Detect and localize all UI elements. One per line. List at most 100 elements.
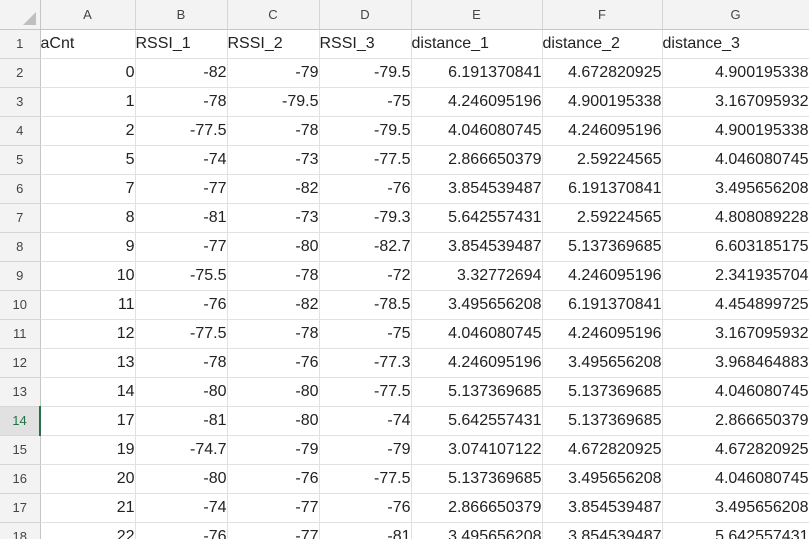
cell-b4[interactable]: -77.5: [135, 116, 228, 146]
cell-e11[interactable]: 4.046080745: [411, 319, 543, 349]
cell-d18[interactable]: -81: [319, 522, 412, 539]
cell-b7[interactable]: -81: [135, 203, 228, 233]
cell-d4[interactable]: -79.5: [319, 116, 412, 146]
row-header-17[interactable]: 17: [0, 493, 41, 523]
row-header-3[interactable]: 3: [0, 87, 41, 117]
cell-c4[interactable]: -78: [227, 116, 320, 146]
cell-e4[interactable]: 4.046080745: [411, 116, 543, 146]
cell-a2[interactable]: 0: [40, 58, 136, 88]
cell-e7[interactable]: 5.642557431: [411, 203, 543, 233]
cell-e10[interactable]: 3.495656208: [411, 290, 543, 320]
cell-f7[interactable]: 2.59224565: [542, 203, 663, 233]
cell-f17[interactable]: 3.854539487: [542, 493, 663, 523]
cell-d7[interactable]: -79.3: [319, 203, 412, 233]
cell-b17[interactable]: -74: [135, 493, 228, 523]
cell-e18[interactable]: 3.495656208: [411, 522, 543, 539]
cell-d11[interactable]: -75: [319, 319, 412, 349]
cell-b14[interactable]: -81: [135, 406, 228, 436]
cell-e2[interactable]: 6.191370841: [411, 58, 543, 88]
cell-g4[interactable]: 4.900195338: [662, 116, 809, 146]
cell-d6[interactable]: -76: [319, 174, 412, 204]
column-header-b[interactable]: B: [135, 0, 228, 30]
cell-a4[interactable]: 2: [40, 116, 136, 146]
cell-d1[interactable]: RSSI_3: [319, 29, 412, 59]
cell-f16[interactable]: 3.495656208: [542, 464, 663, 494]
cell-g7[interactable]: 4.808089228: [662, 203, 809, 233]
cell-b16[interactable]: -80: [135, 464, 228, 494]
row-header-13[interactable]: 13: [0, 377, 41, 407]
row-header-5[interactable]: 5: [0, 145, 41, 175]
cell-c3[interactable]: -79.5: [227, 87, 320, 117]
cell-b5[interactable]: -74: [135, 145, 228, 175]
cell-e15[interactable]: 3.074107122: [411, 435, 543, 465]
cell-b10[interactable]: -76: [135, 290, 228, 320]
cell-a15[interactable]: 19: [40, 435, 136, 465]
cell-b2[interactable]: -82: [135, 58, 228, 88]
cell-g15[interactable]: 4.672820925: [662, 435, 809, 465]
cell-a10[interactable]: 11: [40, 290, 136, 320]
cell-b15[interactable]: -74.7: [135, 435, 228, 465]
cell-g18[interactable]: 5.642557431: [662, 522, 809, 539]
column-header-f[interactable]: F: [542, 0, 663, 30]
cell-g8[interactable]: 6.603185175: [662, 232, 809, 262]
cell-a16[interactable]: 20: [40, 464, 136, 494]
cell-c13[interactable]: -80: [227, 377, 320, 407]
row-header-9[interactable]: 9: [0, 261, 41, 291]
cell-g12[interactable]: 3.968464883: [662, 348, 809, 378]
cell-c7[interactable]: -73: [227, 203, 320, 233]
cell-e12[interactable]: 4.246095196: [411, 348, 543, 378]
row-header-7[interactable]: 7: [0, 203, 41, 233]
cell-c6[interactable]: -82: [227, 174, 320, 204]
cell-b12[interactable]: -78: [135, 348, 228, 378]
cell-c8[interactable]: -80: [227, 232, 320, 262]
cell-d8[interactable]: -82.7: [319, 232, 412, 262]
cell-a7[interactable]: 8: [40, 203, 136, 233]
cell-b1[interactable]: RSSI_1: [135, 29, 228, 59]
cell-c16[interactable]: -76: [227, 464, 320, 494]
cell-c5[interactable]: -73: [227, 145, 320, 175]
cell-g11[interactable]: 3.167095932: [662, 319, 809, 349]
cell-c18[interactable]: -77: [227, 522, 320, 539]
cell-f9[interactable]: 4.246095196: [542, 261, 663, 291]
cell-a18[interactable]: 22: [40, 522, 136, 539]
row-header-11[interactable]: 11: [0, 319, 41, 349]
cell-a14[interactable]: 17: [40, 406, 136, 436]
cell-c12[interactable]: -76: [227, 348, 320, 378]
cell-e17[interactable]: 2.866650379: [411, 493, 543, 523]
cell-e9[interactable]: 3.32772694: [411, 261, 543, 291]
cell-f12[interactable]: 3.495656208: [542, 348, 663, 378]
cell-a17[interactable]: 21: [40, 493, 136, 523]
cell-c17[interactable]: -77: [227, 493, 320, 523]
column-header-g[interactable]: G: [662, 0, 809, 30]
cell-d13[interactable]: -77.5: [319, 377, 412, 407]
column-header-e[interactable]: E: [411, 0, 543, 30]
cell-g1[interactable]: distance_3: [662, 29, 809, 59]
cell-f18[interactable]: 3.854539487: [542, 522, 663, 539]
cell-d16[interactable]: -77.5: [319, 464, 412, 494]
column-header-a[interactable]: A: [40, 0, 136, 30]
cell-e16[interactable]: 5.137369685: [411, 464, 543, 494]
row-header-1[interactable]: 1: [0, 29, 41, 59]
cell-e13[interactable]: 5.137369685: [411, 377, 543, 407]
cell-d3[interactable]: -75: [319, 87, 412, 117]
cell-a9[interactable]: 10: [40, 261, 136, 291]
cell-f2[interactable]: 4.672820925: [542, 58, 663, 88]
cell-d9[interactable]: -72: [319, 261, 412, 291]
cell-b13[interactable]: -80: [135, 377, 228, 407]
cell-c9[interactable]: -78: [227, 261, 320, 291]
cell-c15[interactable]: -79: [227, 435, 320, 465]
cell-f3[interactable]: 4.900195338: [542, 87, 663, 117]
cell-d5[interactable]: -77.5: [319, 145, 412, 175]
cell-e1[interactable]: distance_1: [411, 29, 543, 59]
cell-b8[interactable]: -77: [135, 232, 228, 262]
cell-f5[interactable]: 2.59224565: [542, 145, 663, 175]
cell-e8[interactable]: 3.854539487: [411, 232, 543, 262]
cell-c14[interactable]: -80: [227, 406, 320, 436]
cell-f11[interactable]: 4.246095196: [542, 319, 663, 349]
cell-d17[interactable]: -76: [319, 493, 412, 523]
cell-a11[interactable]: 12: [40, 319, 136, 349]
cell-c10[interactable]: -82: [227, 290, 320, 320]
cell-b6[interactable]: -77: [135, 174, 228, 204]
cell-f4[interactable]: 4.246095196: [542, 116, 663, 146]
row-header-2[interactable]: 2: [0, 58, 41, 88]
